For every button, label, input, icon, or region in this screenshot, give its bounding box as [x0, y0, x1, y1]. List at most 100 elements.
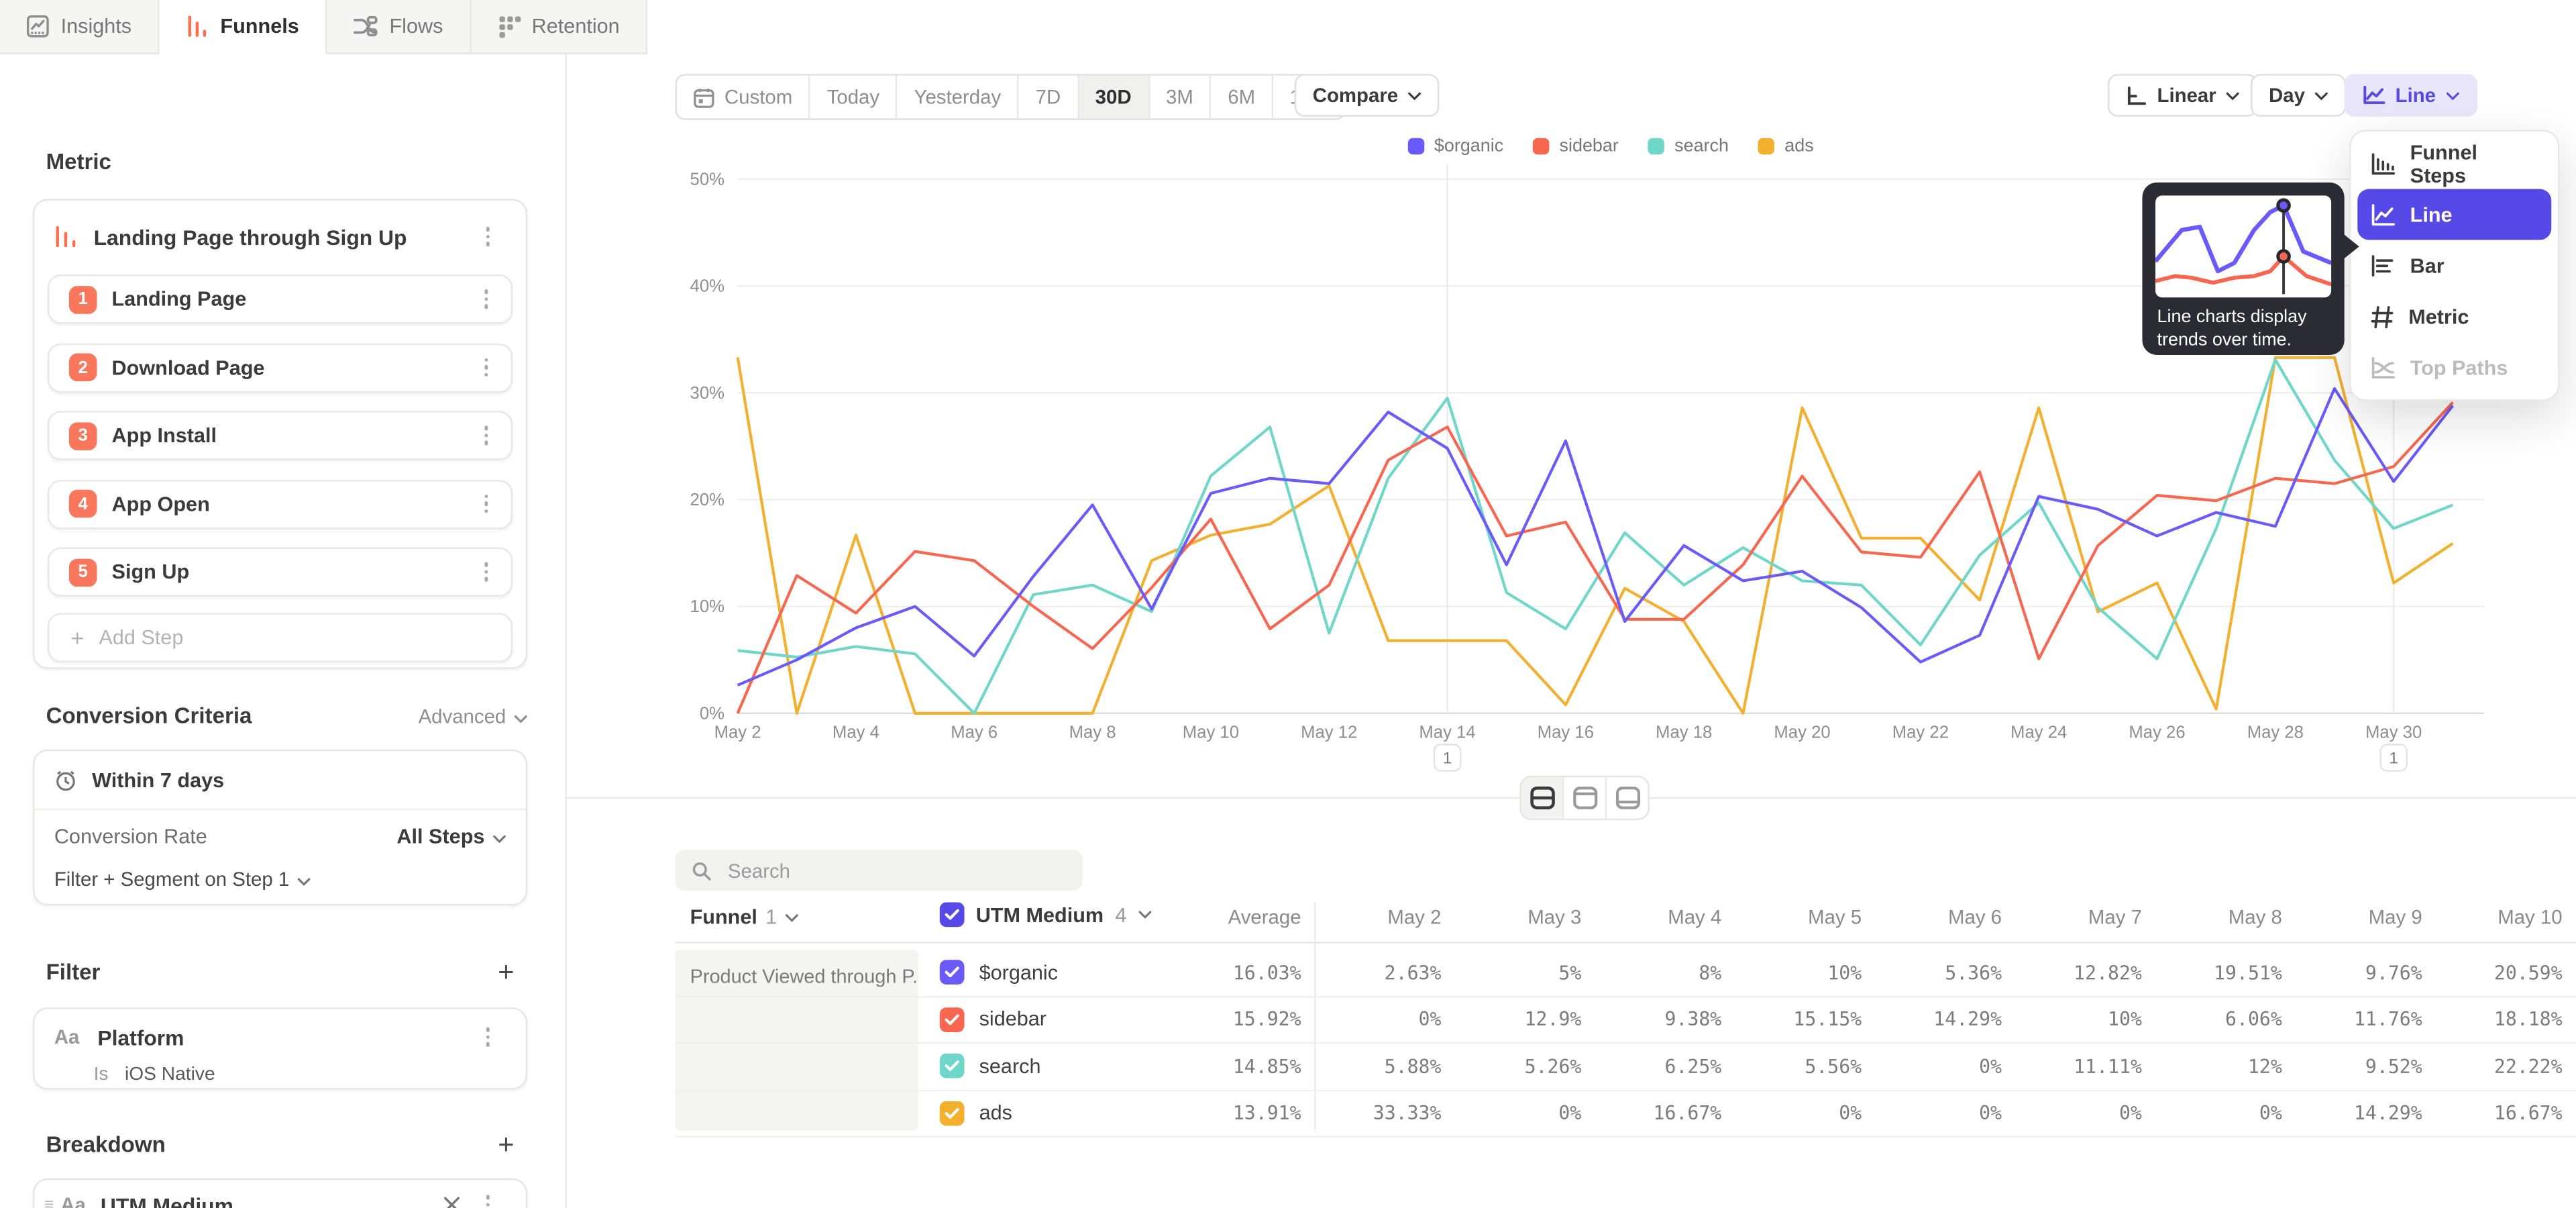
tab-flows[interactable]: Flows [327, 0, 471, 54]
filter-value[interactable]: iOS Native [125, 1065, 215, 1085]
filter-segment-dropdown[interactable]: Filter + Segment on Step 1 [54, 868, 311, 891]
cell-value: 5.88% [1301, 1055, 1442, 1078]
cell-value: 6.06% [2142, 1008, 2282, 1031]
table-row-ads[interactable]: ads13.91%33.33%0%16.67%0%0%0%0%14.29%16.… [676, 1091, 2576, 1138]
y-tick-label: 20% [690, 491, 724, 509]
top-paths-icon [2371, 356, 2396, 379]
segment-name-cell: $organic [918, 960, 1165, 985]
add-breakdown-button[interactable]: + [498, 1134, 514, 1156]
cell-value: 19.51% [2142, 961, 2282, 984]
add-filter-button[interactable]: + [498, 960, 514, 983]
column-header-average[interactable]: Average [1165, 905, 1301, 928]
average-value: 15.92% [1165, 1008, 1301, 1031]
select-all-checkbox[interactable] [940, 902, 965, 927]
breakdown-column-header[interactable]: UTM Medium 4 [940, 902, 1151, 927]
conversion-rate-dropdown[interactable]: All Steps [396, 825, 506, 848]
x-tick-label: May 22 [1892, 723, 1949, 742]
tab-retention[interactable]: Retention [471, 0, 647, 54]
column-header-may-5[interactable]: May 5 [1721, 905, 1862, 928]
drag-handle-icon[interactable]: ≡ [44, 1196, 54, 1208]
cell-value: 11.76% [2282, 1008, 2422, 1031]
remove-breakdown-icon[interactable] [443, 1197, 460, 1208]
text-property-icon: Aa [54, 1025, 80, 1048]
insights-icon [26, 15, 49, 38]
tab-insights[interactable]: Insights [0, 0, 160, 54]
retention-icon [497, 15, 520, 38]
x-tick-label: May 16 [1538, 723, 1594, 742]
table-header-divider [676, 942, 2576, 943]
column-header-may-6[interactable]: May 6 [1862, 905, 2002, 928]
segment-name-cell: search [918, 1054, 1165, 1078]
x-tick-label: May 14 [1419, 723, 1475, 742]
table-row-organic[interactable]: $organic16.03%2.63%5%8%10%5.36%12.82%19.… [676, 950, 2576, 997]
search-input[interactable] [724, 857, 1066, 883]
segment-name-cell: ads [918, 1101, 1165, 1125]
x-tick-label: May 24 [2010, 723, 2067, 742]
table-search[interactable] [676, 850, 1083, 891]
line-chart[interactable]: 0%10%20%30%40%50%May 2May 4May 6May 8May… [0, 0, 2576, 821]
cell-value: 10% [1721, 961, 1862, 984]
app-window: InsightsFunnelsFlowsRetention Metric Lan… [0, 0, 2576, 1208]
table-row-sidebar[interactable]: sidebar15.92%0%12.9%9.38%15.15%14.29%10%… [676, 997, 2576, 1044]
segment-checkbox[interactable] [940, 960, 965, 985]
tab-label: Retention [532, 15, 620, 38]
tab-label: Funnels [220, 15, 299, 38]
layout-split-button[interactable] [1521, 777, 1564, 818]
cell-value: 0% [1301, 1008, 1442, 1031]
segment-checkbox[interactable] [940, 1054, 965, 1078]
filter-heading: Filter [46, 960, 498, 985]
x-tick-label: May 30 [2365, 723, 2422, 742]
column-header-may-10[interactable]: May 10 [2422, 905, 2563, 928]
cell-value: 16.67% [1581, 1101, 1721, 1124]
column-header-may-2[interactable]: May 2 [1301, 905, 1442, 928]
menu-item-metric[interactable]: Metric [2357, 291, 2551, 342]
column-header-may-3[interactable]: May 3 [1441, 905, 1581, 928]
breakdown-property-label[interactable]: UTM Medium [101, 1193, 443, 1208]
menu-item-line[interactable]: Line [2357, 189, 2551, 240]
cell-value: 18.18% [2422, 1008, 2563, 1031]
series-line-organic[interactable] [738, 389, 2453, 685]
average-value: 13.91% [1165, 1101, 1301, 1124]
menu-item-label: Funnel Steps [2410, 140, 2538, 187]
column-header-may-8[interactable]: May 8 [2142, 905, 2282, 928]
funnel-column-header[interactable]: Funnel 1 [690, 905, 798, 928]
layout-chart-only-button[interactable] [1564, 777, 1607, 818]
filter-kebab-icon[interactable] [476, 1027, 499, 1046]
segment-checkbox[interactable] [940, 1101, 965, 1125]
column-header-may-9[interactable]: May 9 [2282, 905, 2422, 928]
cell-value: 14.29% [2282, 1101, 2422, 1124]
breakdown-card: ≡ Aa UTM Medium [33, 1178, 527, 1208]
menu-item-bar[interactable]: Bar [2357, 240, 2551, 291]
layout-table-only-button[interactable] [1607, 777, 1648, 818]
tab-label: Flows [389, 15, 443, 38]
segment-name: $organic [979, 961, 1058, 984]
cell-value: 0% [1441, 1101, 1581, 1124]
column-header-may-7[interactable]: May 7 [2002, 905, 2142, 928]
cell-value: 0% [2002, 1101, 2142, 1124]
table-row-search[interactable]: search14.85%5.88%5.26%6.25%5.56%0%11.11%… [676, 1044, 2576, 1091]
cell-value: 5.56% [1721, 1055, 1862, 1078]
x-tick-label: May 2 [714, 723, 761, 742]
report-tabbar: Insights Funnels Flows Retention [0, 0, 647, 54]
conversion-rate-label: Conversion Rate [54, 825, 397, 848]
tab-funnels[interactable]: Funnels [160, 0, 327, 54]
segment-name: ads [979, 1101, 1012, 1124]
filter-operator[interactable]: Is [94, 1065, 109, 1085]
average-value: 16.03% [1165, 961, 1301, 984]
segment-checkbox[interactable] [940, 1007, 965, 1032]
breakdown-header-count: 4 [1115, 903, 1126, 926]
cell-value: 12.9% [1441, 1008, 1581, 1031]
cell-value: 2.63% [1301, 961, 1442, 984]
funnel-steps-icon [2371, 152, 2396, 175]
menu-item-funnel-steps[interactable]: Funnel Steps [2357, 138, 2551, 189]
cell-value: 33.33% [1301, 1101, 1442, 1124]
y-tick-label: 0% [700, 704, 724, 723]
average-value: 14.85% [1165, 1055, 1301, 1078]
chevron-down-icon [297, 868, 311, 891]
column-header-may-4[interactable]: May 4 [1581, 905, 1721, 928]
breakdown-kebab-icon[interactable] [476, 1195, 499, 1208]
cell-value: 11.11% [2002, 1055, 2142, 1078]
layout-toggle-group [1519, 776, 1649, 820]
filter-property-label[interactable]: Platform [97, 1025, 476, 1050]
series-line-search[interactable] [738, 360, 2453, 713]
